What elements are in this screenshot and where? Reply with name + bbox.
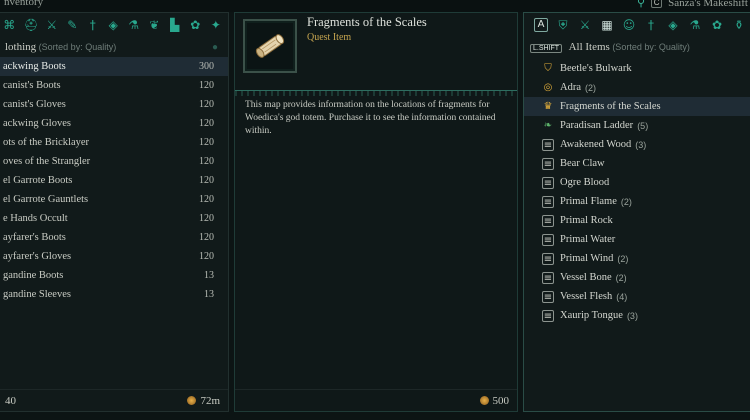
list-item[interactable]: ackwing Gloves 120 bbox=[0, 114, 228, 133]
shift-key-hint: L.SHIFT bbox=[530, 44, 563, 53]
list-item[interactable]: e Hands Occult 120 bbox=[0, 209, 228, 228]
list-item[interactable]: ots of the Bricklayer 120 bbox=[0, 133, 228, 152]
crown-icon: ♛ bbox=[543, 100, 553, 112]
flask-icon[interactable]: ⚗ bbox=[128, 18, 141, 32]
gear-icon[interactable]: ● bbox=[212, 42, 218, 53]
sword-icon[interactable]: † bbox=[87, 18, 100, 32]
rune-icon[interactable]: ⌘ bbox=[3, 18, 16, 32]
list-item[interactable]: ≡ Primal Water bbox=[524, 230, 750, 249]
list-item[interactable]: ≡ Ogre Blood bbox=[524, 173, 750, 192]
item-header: Fragments of the Scales Quest Item bbox=[235, 13, 517, 89]
scroll-icon: ≡ bbox=[542, 214, 554, 227]
scroll-icon: ≡ bbox=[542, 157, 554, 170]
vendor-inventory-panel: A ⛨ ⚔ ▦ ☺ † ◈ ⚗ ✿ ⚱ L.SHIFT All Items (S… bbox=[523, 12, 750, 412]
left-heading: lothing bbox=[5, 41, 37, 53]
top-right-bar: ⚲ C Sanza's Makeshift bbox=[637, 0, 748, 9]
sword-icon[interactable]: † bbox=[644, 18, 658, 32]
sparkle-icon[interactable]: ✦ bbox=[210, 18, 223, 32]
anvil-icon[interactable]: ▙ bbox=[169, 18, 182, 32]
left-item-list: ackwing Boots 300 canist's Boots 120 canis… bbox=[0, 57, 228, 304]
shield-icon[interactable]: ⛨ bbox=[556, 18, 570, 32]
list-item[interactable]: el Garrote Gauntlets 120 bbox=[0, 190, 228, 209]
flask-icon[interactable]: ⚗ bbox=[688, 18, 702, 32]
leaf-icon[interactable]: ❦ bbox=[148, 18, 161, 32]
key-a-hint[interactable]: A bbox=[534, 18, 548, 32]
crossed-swords-icon[interactable]: ⚔ bbox=[578, 18, 592, 32]
mask-icon[interactable]: ☺ bbox=[622, 18, 636, 32]
right-category-tabs: A ⛨ ⚔ ▦ ☺ † ◈ ⚗ ✿ ⚱ bbox=[524, 13, 750, 37]
list-item[interactable]: oves of the Strangler 120 bbox=[0, 152, 228, 171]
list-item[interactable]: ♛ Fragments of the Scales bbox=[524, 97, 750, 116]
list-item[interactable]: ayfarer's Boots 120 bbox=[0, 228, 228, 247]
list-item[interactable]: ≡ Primal Flame (2) bbox=[524, 192, 750, 211]
left-category-tabs: ⌘ ⛑ ⚔ ✎ † ◈ ⚗ ❦ ▙ ✿ ✦ bbox=[0, 13, 228, 37]
list-item[interactable]: ≡ Awakened Wood (3) bbox=[524, 135, 750, 154]
feather-icon[interactable]: ✎ bbox=[66, 18, 79, 32]
item-description: This map provides information on the loc… bbox=[245, 100, 496, 136]
list-item[interactable]: ◎ Adra (2) bbox=[524, 78, 750, 97]
player-inventory-panel: ⌘ ⛑ ⚔ ✎ † ◈ ⚗ ❦ ▙ ✿ ✦ lothing (Sorted by… bbox=[0, 12, 229, 412]
shield-icon: ⛉ bbox=[544, 62, 552, 74]
scroll-icon: ≡ bbox=[542, 233, 554, 246]
gem-icon[interactable]: ◈ bbox=[107, 18, 120, 32]
inventory-title: nventory bbox=[4, 0, 44, 8]
herb-icon[interactable]: ✿ bbox=[710, 18, 724, 32]
list-item[interactable]: canist's Gloves 120 bbox=[0, 95, 228, 114]
lamp-icon[interactable]: ⚱ bbox=[732, 18, 746, 32]
list-item[interactable]: ≡ Vessel Flesh (4) bbox=[524, 287, 750, 306]
list-item[interactable]: canist's Boots 120 bbox=[0, 76, 228, 95]
ornament-divider bbox=[235, 90, 517, 96]
list-item[interactable]: ayfarer's Gloves 120 bbox=[0, 247, 228, 266]
item-price: 500 bbox=[492, 394, 510, 407]
list-item[interactable]: ❧ Paradisan Ladder (5) bbox=[524, 116, 750, 135]
pin-icon: ⚲ bbox=[637, 0, 646, 9]
list-item[interactable]: ackwing Boots 300 bbox=[0, 57, 228, 76]
list-item[interactable]: ⛉ Beetle's Bulwark bbox=[524, 59, 750, 78]
chest-icon[interactable]: ▦ bbox=[600, 18, 614, 32]
right-item-list: ⛉ Beetle's Bulwark ◎ Adra (2) ♛ Fragments of… bbox=[524, 59, 750, 325]
crossed-swords-icon[interactable]: ⚔ bbox=[46, 18, 59, 32]
herb-icon[interactable]: ✿ bbox=[189, 18, 202, 32]
leaf-icon: ❧ bbox=[543, 119, 553, 131]
list-item[interactable]: el Garrote Boots 120 bbox=[0, 171, 228, 190]
right-sort-label[interactable]: (Sorted by: Quality) bbox=[612, 42, 690, 52]
middle-footer: 500 bbox=[235, 389, 517, 411]
player-money: 72m bbox=[200, 394, 220, 407]
list-item[interactable]: ≡ Primal Rock bbox=[524, 211, 750, 230]
right-heading: All Items bbox=[568, 41, 610, 53]
left-sub-header: lothing (Sorted by: Quality) ● bbox=[0, 37, 228, 57]
right-sub-header: L.SHIFT All Items (Sorted by: Quality) bbox=[524, 37, 750, 57]
coin-icon bbox=[187, 395, 197, 405]
list-item[interactable]: ≡ Xaurip Tongue (3) bbox=[524, 306, 750, 325]
list-item[interactable]: ≡ Bear Claw bbox=[524, 154, 750, 173]
left-footer: 40 72m bbox=[0, 389, 228, 411]
scroll-icon: ≡ bbox=[542, 252, 554, 265]
list-item[interactable]: ≡ Primal Wind (2) bbox=[524, 249, 750, 268]
scroll-icon: ≡ bbox=[542, 271, 554, 284]
helmet-icon[interactable]: ⛑ bbox=[24, 18, 39, 32]
scroll-icon: ≡ bbox=[542, 176, 554, 189]
list-item[interactable]: gandine Sleeves 13 bbox=[0, 285, 228, 304]
key-c-hint: C bbox=[651, 0, 663, 8]
item-type: Quest Item bbox=[307, 32, 352, 43]
ring-icon: ◎ bbox=[543, 81, 553, 93]
item-title: Fragments of the Scales bbox=[307, 15, 427, 29]
scroll-icon: ≡ bbox=[542, 195, 554, 208]
map-scroll-icon bbox=[243, 19, 297, 73]
scroll-icon: ≡ bbox=[542, 290, 554, 303]
scroll-icon: ≡ bbox=[542, 138, 554, 151]
top-bar: nventory ⚲ C Sanza's Makeshift bbox=[0, 0, 750, 12]
item-detail-panel: Fragments of the Scales Quest Item This … bbox=[234, 12, 518, 412]
list-item[interactable]: gandine Boots 13 bbox=[0, 266, 228, 285]
weight-value: 40 bbox=[5, 394, 16, 407]
gem-icon[interactable]: ◈ bbox=[666, 18, 680, 32]
list-item[interactable]: ≡ Vessel Bone (2) bbox=[524, 268, 750, 287]
left-sort-label[interactable]: (Sorted by: Quality) bbox=[39, 42, 117, 52]
coin-icon bbox=[479, 395, 489, 405]
scroll-icon: ≡ bbox=[542, 309, 554, 322]
vendor-title: Sanza's Makeshift bbox=[668, 0, 748, 9]
